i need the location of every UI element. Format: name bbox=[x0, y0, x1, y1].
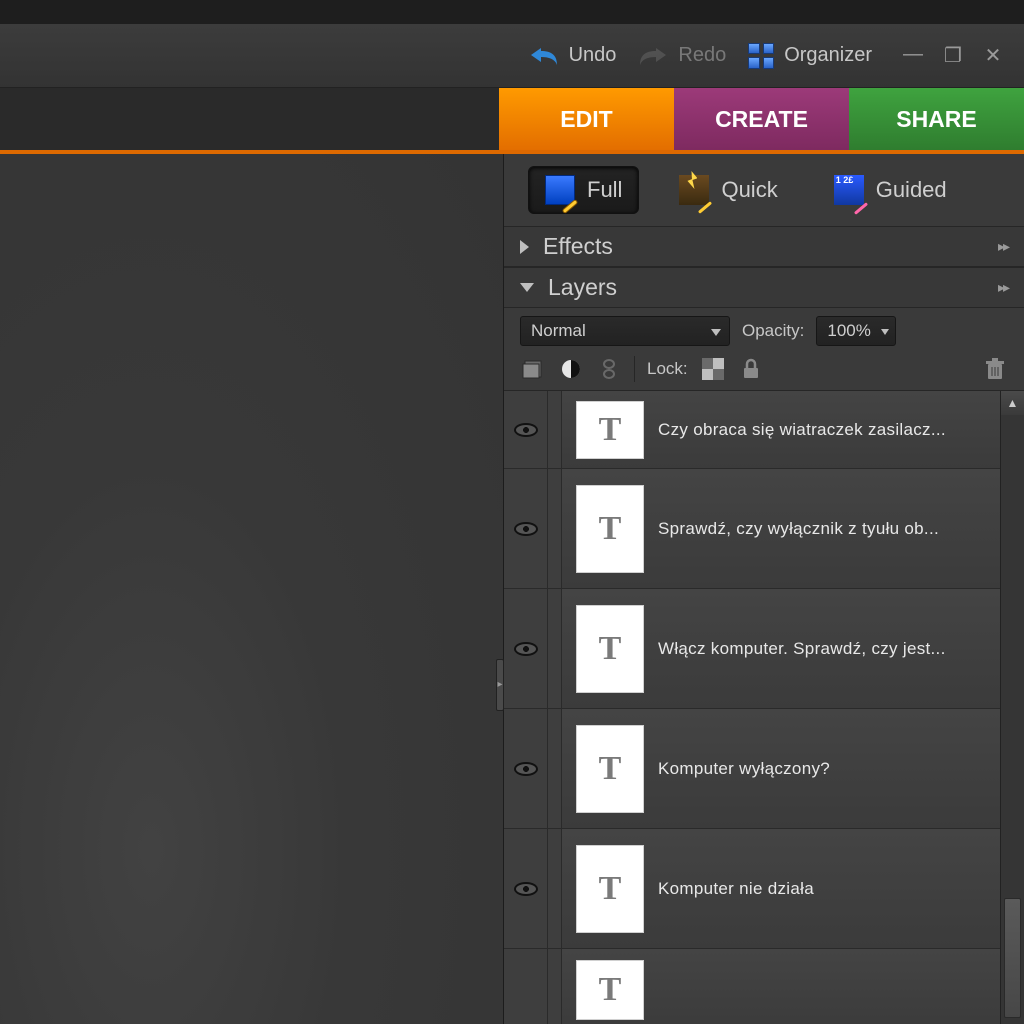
opacity-value: 100% bbox=[827, 321, 870, 341]
layer-row[interactable]: T Komputer wyłączony? bbox=[504, 709, 1000, 829]
layers-list[interactable]: T Czy obraca się wiatraczek zasilacz... … bbox=[504, 391, 1000, 1024]
new-layer-button[interactable] bbox=[520, 356, 546, 382]
restore-button[interactable]: ❐ bbox=[944, 43, 962, 68]
guided-icon bbox=[834, 175, 864, 205]
submode-quick[interactable]: Quick bbox=[663, 167, 793, 213]
adjustment-layer-button[interactable] bbox=[558, 356, 584, 382]
expand-icon[interactable]: ▸▸ bbox=[998, 279, 1008, 296]
visibility-toggle[interactable] bbox=[514, 882, 538, 896]
visibility-toggle[interactable] bbox=[514, 762, 538, 776]
layer-name[interactable]: Sprawdź, czy wyłącznik z tyułu ob... bbox=[658, 519, 1000, 539]
layer-thumbnail[interactable]: T bbox=[576, 960, 644, 1020]
quick-icon bbox=[679, 175, 709, 205]
layers-header[interactable]: Layers ▸▸ bbox=[504, 267, 1024, 308]
expand-tri-icon bbox=[520, 283, 534, 292]
link-icon bbox=[599, 358, 619, 380]
text-layer-icon: T bbox=[599, 870, 622, 908]
undo-icon bbox=[529, 45, 559, 67]
link-layers-button[interactable] bbox=[596, 356, 622, 382]
layer-thumbnail[interactable]: T bbox=[576, 845, 644, 933]
layer-thumbnail[interactable]: T bbox=[576, 401, 644, 459]
minimize-button[interactable]: — bbox=[904, 43, 922, 68]
effects-title: Effects bbox=[543, 233, 613, 260]
layer-name[interactable]: Włącz komputer. Sprawdź, czy jest... bbox=[658, 639, 1000, 659]
trash-icon bbox=[984, 357, 1006, 381]
checker-icon bbox=[702, 358, 724, 380]
layer-row[interactable]: T Włącz komputer. Sprawdź, czy jest... bbox=[504, 589, 1000, 709]
title-bar bbox=[0, 0, 1024, 24]
blend-mode-select[interactable]: Normal bbox=[520, 316, 730, 346]
tab-share[interactable]: SHARE bbox=[849, 88, 1024, 150]
opacity-label: Opacity: bbox=[742, 321, 804, 341]
delete-layer-button[interactable] bbox=[982, 356, 1008, 382]
layers-title: Layers bbox=[548, 274, 617, 301]
undo-label: Undo bbox=[569, 44, 617, 67]
global-toolbar: Undo Redo Organizer — ❐ ✕ bbox=[0, 24, 1024, 88]
visibility-toggle[interactable] bbox=[514, 522, 538, 536]
adjustment-layer-icon bbox=[560, 358, 582, 380]
layers-toolbar: Normal Opacity: 100% Lock: bbox=[504, 308, 1024, 391]
scroll-thumb[interactable] bbox=[1004, 898, 1021, 1018]
redo-button[interactable]: Redo bbox=[638, 44, 726, 67]
tab-create[interactable]: CREATE bbox=[674, 88, 849, 150]
mode-tabs: EDIT CREATE SHARE bbox=[0, 88, 1024, 154]
panel-collapse-handle[interactable]: ▸ bbox=[496, 659, 504, 711]
tab-edit[interactable]: EDIT bbox=[499, 88, 674, 150]
layer-thumbnail[interactable]: T bbox=[576, 725, 644, 813]
submode-guided-label: Guided bbox=[876, 177, 947, 203]
effects-header[interactable]: Effects ▸▸ bbox=[504, 226, 1024, 267]
submode-quick-label: Quick bbox=[721, 177, 777, 203]
scroll-up-button[interactable]: ▲ bbox=[1001, 391, 1024, 415]
layer-name[interactable]: Komputer nie działa bbox=[658, 879, 1000, 899]
link-col[interactable] bbox=[548, 709, 562, 828]
organizer-icon bbox=[748, 43, 774, 69]
submode-bar: Full Quick Guided bbox=[504, 154, 1024, 226]
scroll-track[interactable] bbox=[1001, 415, 1024, 1024]
text-layer-icon: T bbox=[599, 971, 622, 1009]
text-layer-icon: T bbox=[599, 510, 622, 548]
link-col[interactable] bbox=[548, 469, 562, 588]
link-col[interactable] bbox=[548, 589, 562, 708]
link-col[interactable] bbox=[548, 829, 562, 948]
layer-name[interactable]: Czy obraca się wiatraczek zasilacz... bbox=[658, 420, 1000, 440]
lock-label: Lock: bbox=[647, 359, 688, 379]
text-layer-icon: T bbox=[599, 750, 622, 788]
right-panel: Full Quick Guided Effects ▸▸ Layers ▸▸ bbox=[504, 154, 1024, 1024]
text-layer-icon: T bbox=[599, 411, 622, 449]
submode-full[interactable]: Full bbox=[528, 166, 639, 214]
organizer-button[interactable]: Organizer bbox=[748, 43, 872, 69]
layer-row[interactable]: T Czy obraca się wiatraczek zasilacz... bbox=[504, 391, 1000, 469]
window-controls: — ❐ ✕ bbox=[904, 43, 1002, 68]
visibility-toggle[interactable] bbox=[514, 423, 538, 437]
layer-row[interactable]: T Komputer nie działa bbox=[504, 829, 1000, 949]
layers-scrollbar[interactable]: ▲ bbox=[1000, 391, 1024, 1024]
organizer-label: Organizer bbox=[784, 44, 872, 67]
new-layer-icon bbox=[522, 358, 544, 380]
layer-row[interactable]: T Sprawdź, czy wyłącznik z tyułu ob... bbox=[504, 469, 1000, 589]
opacity-field[interactable]: 100% bbox=[816, 316, 895, 346]
redo-icon bbox=[638, 45, 668, 67]
link-col[interactable] bbox=[548, 949, 562, 1024]
layer-row[interactable]: T bbox=[504, 949, 1000, 1024]
layer-name[interactable]: Komputer wyłączony? bbox=[658, 759, 1000, 779]
lock-transparency-button[interactable] bbox=[700, 356, 726, 382]
lock-icon bbox=[741, 358, 761, 380]
visibility-toggle[interactable] bbox=[514, 642, 538, 656]
close-button[interactable]: ✕ bbox=[984, 43, 1002, 68]
redo-label: Redo bbox=[678, 44, 726, 67]
undo-button[interactable]: Undo bbox=[529, 44, 617, 67]
submode-full-label: Full bbox=[587, 177, 622, 203]
blend-mode-value: Normal bbox=[531, 321, 586, 341]
layer-thumbnail[interactable]: T bbox=[576, 605, 644, 693]
full-icon bbox=[545, 175, 575, 205]
text-layer-icon: T bbox=[599, 630, 622, 668]
layer-thumbnail[interactable]: T bbox=[576, 485, 644, 573]
collapse-icon bbox=[520, 240, 529, 254]
canvas-area[interactable]: ▸ bbox=[0, 154, 504, 1024]
submode-guided[interactable]: Guided bbox=[818, 167, 963, 213]
link-col[interactable] bbox=[548, 391, 562, 468]
expand-icon[interactable]: ▸▸ bbox=[998, 238, 1008, 255]
lock-all-button[interactable] bbox=[738, 356, 764, 382]
